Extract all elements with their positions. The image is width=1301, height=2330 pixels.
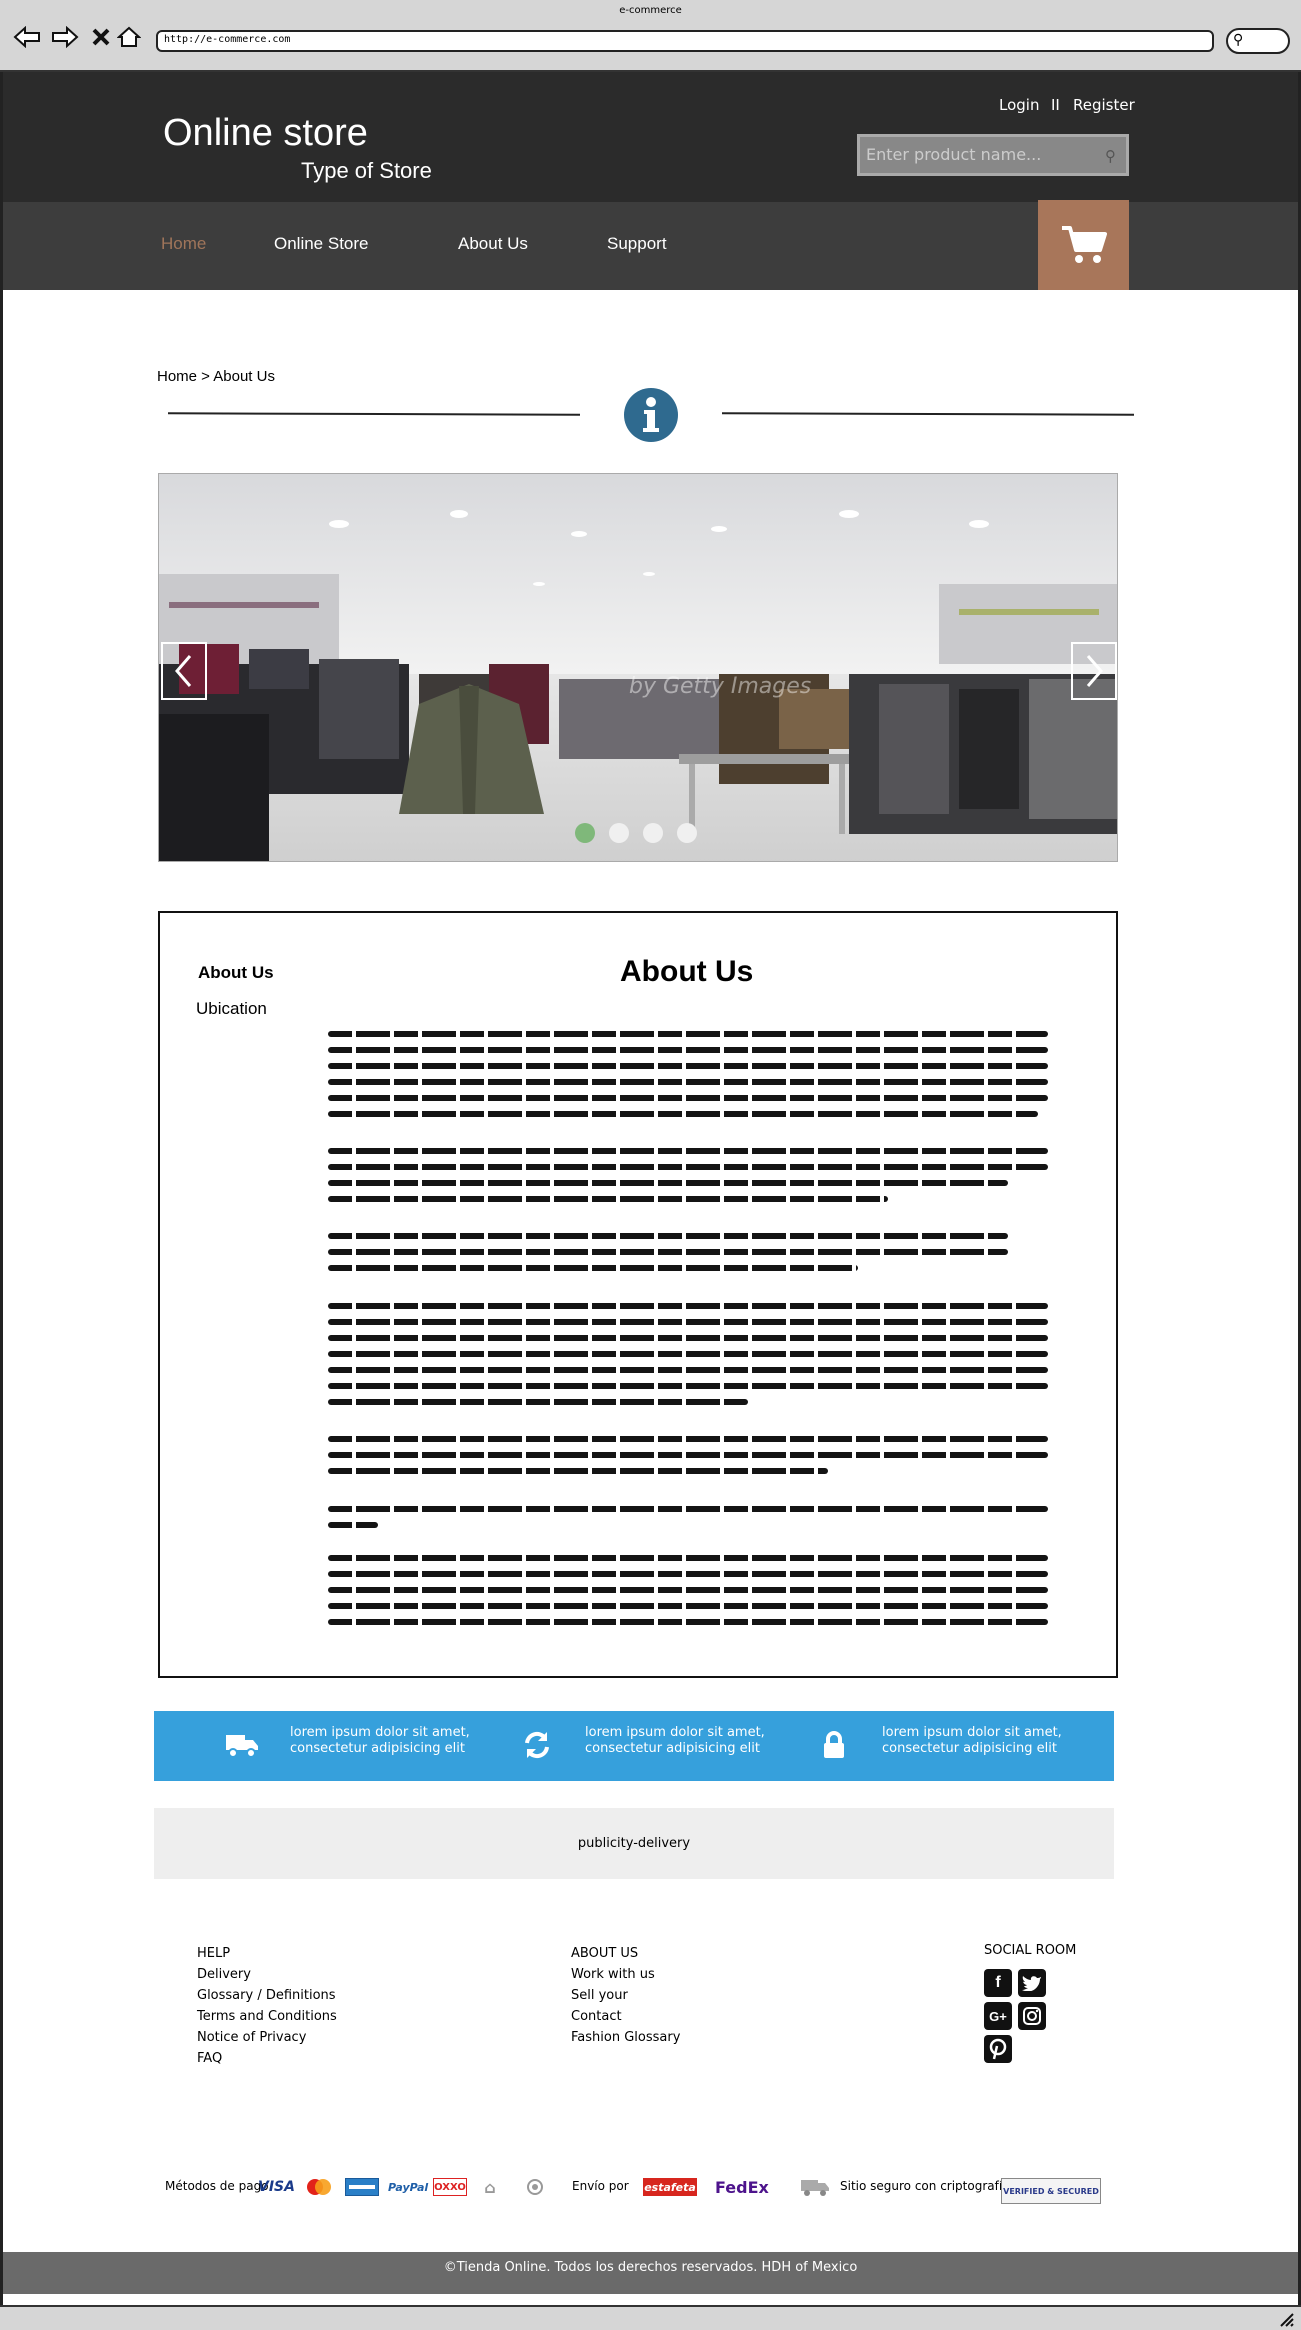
facebook-icon[interactable]: f xyxy=(984,1969,1012,1997)
placeholder-paragraph xyxy=(328,1436,1048,1484)
payments-row: Métodos de pago VISA PayPal OXXO ⌂ Envío… xyxy=(165,2176,1105,2206)
address-bar[interactable]: http://e-commerce.com xyxy=(156,30,1214,52)
google-plus-icon[interactable]: G+ xyxy=(984,2002,1012,2030)
search-icon: ⚲ xyxy=(1233,32,1244,48)
fedex-logo: FedEx xyxy=(715,2177,769,2197)
resize-handle-icon[interactable] xyxy=(1277,2310,1295,2328)
truck-icon xyxy=(224,1727,260,1763)
store-type: Type of Store xyxy=(301,158,432,183)
refresh-icon xyxy=(519,1727,555,1763)
home-icon[interactable] xyxy=(114,22,144,52)
slider-dot-4[interactable] xyxy=(677,823,697,843)
slider-next-button[interactable] xyxy=(1071,642,1117,700)
feature-text: lorem ipsum dolor sit amet, consectetur … xyxy=(882,1725,1062,1756)
cart-icon xyxy=(1061,226,1107,263)
placeholder-paragraph xyxy=(328,1555,1048,1635)
footer-help: HELP Delivery Glossary / Definitions Ter… xyxy=(197,1943,337,2069)
footer-link-sell-your[interactable]: Sell your xyxy=(571,1985,680,2006)
slider-dot-3[interactable] xyxy=(643,823,663,843)
slider-dot-1[interactable] xyxy=(575,823,595,843)
feature-text: lorem ipsum dolor sit amet, consectetur … xyxy=(585,1725,765,1756)
image-slider[interactable]: by Getty Images xyxy=(158,473,1118,862)
main-nav: Home Online Store About Us Support xyxy=(3,200,1298,290)
cart-button[interactable] xyxy=(1038,200,1129,290)
delivery-truck-icon xyxy=(800,2178,830,2196)
auth-separator: II xyxy=(1051,96,1060,114)
bank-icon: ⌂ xyxy=(484,2177,496,2197)
copyright-bar: ©Tienda Online. Todos los derechos reser… xyxy=(3,2252,1298,2294)
breadcrumb[interactable]: Home > About Us xyxy=(157,368,275,385)
about-heading: About Us xyxy=(620,955,754,988)
mastercard-logo xyxy=(304,2178,334,2196)
footer-link-privacy[interactable]: Notice of Privacy xyxy=(197,2027,337,2048)
nav-support[interactable]: Support xyxy=(607,234,667,254)
amex-logo xyxy=(345,2178,379,2196)
placeholder-paragraph xyxy=(328,1506,1048,1538)
sidebar-link-about-us[interactable]: About Us xyxy=(198,963,274,983)
sidebar-link-ubication[interactable]: Ubication xyxy=(196,999,267,1019)
ssl-badge[interactable]: VERIFIED & SECURED xyxy=(1001,2178,1101,2204)
pinterest-icon[interactable] xyxy=(984,2035,1012,2063)
placeholder-paragraph xyxy=(328,1303,1048,1415)
footer-link-contact[interactable]: Contact xyxy=(571,2006,680,2027)
footer-heading: ABOUT US xyxy=(571,1946,639,1961)
publicity-label: publicity-delivery xyxy=(577,1836,691,1851)
product-search-input[interactable]: Enter product name... ⚲ xyxy=(857,134,1129,176)
footer-heading: HELP xyxy=(197,1946,231,1961)
footer-link-delivery[interactable]: Delivery xyxy=(197,1964,337,1985)
lock-icon xyxy=(816,1727,852,1763)
browser-chrome: e-commerce http://e-commerce.com ⚲ xyxy=(0,0,1301,72)
footer-link-terms[interactable]: Terms and Conditions xyxy=(197,2006,337,2027)
chevron-right-icon xyxy=(1086,655,1103,687)
nav-online-store[interactable]: Online Store xyxy=(274,234,369,254)
browser-search[interactable]: ⚲ xyxy=(1226,28,1290,54)
payment-methods-label: Métodos de pago xyxy=(165,2179,269,2193)
oxxo-logo: OXXO xyxy=(433,2178,467,2196)
paypal-logo: PayPal xyxy=(388,2180,429,2194)
footer-link-glossary[interactable]: Glossary / Definitions xyxy=(197,1985,337,2006)
search-placeholder: Enter product name... xyxy=(866,145,1042,164)
stop-icon[interactable] xyxy=(86,22,116,52)
footer-link-fashion-glossary[interactable]: Fashion Glossary xyxy=(571,2027,680,2048)
info-icon xyxy=(624,388,678,442)
ssl-badge-text: VERIFIED & SECURED xyxy=(1003,2186,1099,2196)
shipping-label: Envío por xyxy=(572,2179,629,2193)
copyright-text: ©Tienda Online. Todos los derechos reser… xyxy=(443,2260,858,2275)
estafeta-logo: estafeta xyxy=(643,2178,697,2196)
chevron-left-icon xyxy=(175,655,192,687)
placeholder-paragraph xyxy=(328,1031,1048,1127)
back-icon[interactable] xyxy=(12,22,42,52)
login-link[interactable]: Login xyxy=(999,96,1039,114)
publicity-banner[interactable]: publicity-delivery xyxy=(154,1808,1114,1879)
footer-social: SOCIAL ROOM xyxy=(984,1940,1076,1961)
features-bar: lorem ipsum dolor sit amet, consectetur … xyxy=(154,1711,1114,1781)
browser-status-bar xyxy=(0,2305,1301,2330)
seal-icon xyxy=(525,2178,545,2196)
store-interior-image xyxy=(159,474,1117,861)
feature-text: lorem ipsum dolor sit amet, consectetur … xyxy=(290,1725,470,1756)
footer-link-faq[interactable]: FAQ xyxy=(197,2048,337,2069)
slider-dot-2[interactable] xyxy=(609,823,629,843)
nav-about-us[interactable]: About Us xyxy=(458,234,528,254)
store-name[interactable]: Online store xyxy=(163,112,368,155)
about-section: About Us Ubication About Us xyxy=(158,911,1118,1678)
forward-icon[interactable] xyxy=(50,22,80,52)
footer-about: ABOUT US Work with us Sell your Contact … xyxy=(571,1943,680,2048)
instagram-icon[interactable] xyxy=(1018,2002,1046,2030)
register-link[interactable]: Register xyxy=(1073,96,1135,114)
footer-heading: SOCIAL ROOM xyxy=(984,1943,1077,1958)
search-icon[interactable]: ⚲ xyxy=(1105,147,1116,165)
placeholder-paragraph xyxy=(328,1148,1048,1212)
placeholder-paragraph xyxy=(328,1233,1048,1281)
image-watermark: by Getty Images xyxy=(629,674,812,699)
site-header: Online store Type of Store Login II Regi… xyxy=(3,72,1298,202)
nav-home[interactable]: Home xyxy=(161,234,206,254)
visa-logo: VISA xyxy=(258,2179,295,2195)
slider-prev-button[interactable] xyxy=(161,642,207,700)
browser-tab-title: e-commerce xyxy=(619,5,682,16)
footer-link-work-with-us[interactable]: Work with us xyxy=(571,1964,680,1985)
twitter-icon[interactable] xyxy=(1018,1969,1046,1997)
